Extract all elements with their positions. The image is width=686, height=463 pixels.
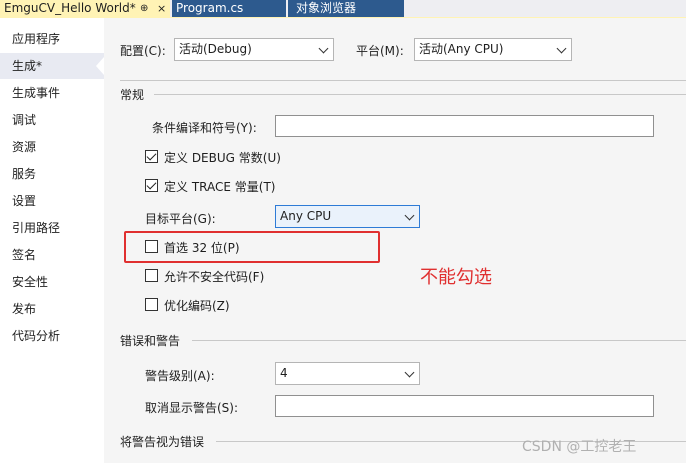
tab-label: EmguCV_Hello World*: [4, 1, 136, 15]
optimize-checkbox[interactable]: [145, 298, 158, 311]
debug-const-checkbox[interactable]: [145, 150, 158, 163]
config-label: 配置(C):: [120, 44, 166, 58]
tab-object-browser[interactable]: 对象浏览器: [288, 0, 404, 18]
chevron-down-icon: [404, 367, 415, 378]
target-platform-label: 目标平台(G):: [145, 212, 216, 226]
symbols-label: 条件编译和符号(Y):: [152, 121, 257, 135]
trace-const-label[interactable]: 定义 TRACE 常量(T): [164, 178, 275, 195]
nav-item-security[interactable]: 安全性: [0, 269, 104, 295]
trace-const-checkbox[interactable]: [145, 179, 158, 192]
optimize-label[interactable]: 优化编码(Z): [164, 297, 230, 314]
section-rule: [192, 340, 686, 341]
warning-level-select[interactable]: 4: [275, 362, 420, 385]
symbols-input[interactable]: [275, 115, 654, 137]
highlight-box: [124, 231, 380, 263]
target-platform-select[interactable]: Any CPU: [275, 205, 420, 228]
divider: [120, 80, 686, 81]
nav-item-signing[interactable]: 签名: [0, 242, 104, 268]
warning-level-label: 警告级别(A):: [145, 369, 215, 383]
tab-label: Program.cs: [176, 1, 244, 15]
platform-label: 平台(M):: [356, 44, 404, 58]
nav-item-services[interactable]: 服务: [0, 161, 104, 187]
unsafe-code-checkbox[interactable]: [145, 269, 158, 282]
nav-item-build-events[interactable]: 生成事件: [0, 80, 104, 106]
debug-const-label[interactable]: 定义 DEBUG 常数(U): [164, 149, 281, 166]
section-treat-warnings: 将警告视为错误: [120, 435, 205, 449]
section-general: 常规: [120, 88, 145, 102]
nav-item-code-analysis[interactable]: 代码分析: [0, 323, 104, 349]
tab-label: 对象浏览器: [296, 1, 357, 15]
nav-item-debug[interactable]: 调试: [0, 107, 104, 133]
section-rule: [154, 94, 686, 95]
nav-item-reference-paths[interactable]: 引用路径: [0, 215, 104, 241]
config-select[interactable]: 活动(Debug): [174, 38, 334, 61]
chevron-down-icon: [556, 43, 567, 54]
config-row: 配置(C): 活动(Debug) 平台(M): 活动(Any CPU): [104, 18, 686, 80]
section-errors: 错误和警告: [120, 334, 181, 348]
config-value: 活动(Debug): [179, 42, 252, 56]
annotation-text: 不能勾选: [420, 267, 492, 288]
chevron-down-icon: [404, 210, 415, 221]
suppress-warnings-label: 取消显示警告(S):: [145, 401, 239, 415]
tab-program-cs[interactable]: Program.cs: [172, 0, 286, 18]
build-page: 配置(C): 活动(Debug) 平台(M): 活动(Any CPU) 常规 条…: [104, 18, 686, 463]
tab-project-properties[interactable]: EmguCV_Hello World* ⊕ ×: [0, 0, 170, 18]
close-icon[interactable]: ×: [157, 0, 166, 17]
property-nav: 应用程序 生成* 生成事件 调试 资源 服务 设置 引用路径 签名 安全性 发布…: [0, 18, 104, 463]
nav-item-resources[interactable]: 资源: [0, 134, 104, 160]
nav-item-application[interactable]: 应用程序: [0, 26, 104, 52]
unsafe-code-label[interactable]: 允许不安全代码(F): [164, 268, 264, 285]
nav-item-settings[interactable]: 设置: [0, 188, 104, 214]
watermark: CSDN @工控老王: [522, 439, 637, 455]
platform-value: 活动(Any CPU): [419, 42, 504, 56]
warning-level-value: 4: [280, 366, 288, 380]
nav-item-build[interactable]: 生成*: [0, 53, 104, 79]
suppress-warnings-input[interactable]: [275, 395, 654, 417]
document-tab-strip: EmguCV_Hello World* ⊕ × Program.cs 对象浏览器: [0, 0, 686, 18]
pin-icon[interactable]: ⊕: [140, 0, 148, 17]
nav-item-publish[interactable]: 发布: [0, 296, 104, 322]
target-platform-value: Any CPU: [280, 209, 332, 223]
platform-select[interactable]: 活动(Any CPU): [414, 38, 572, 61]
chevron-down-icon: [318, 43, 329, 54]
